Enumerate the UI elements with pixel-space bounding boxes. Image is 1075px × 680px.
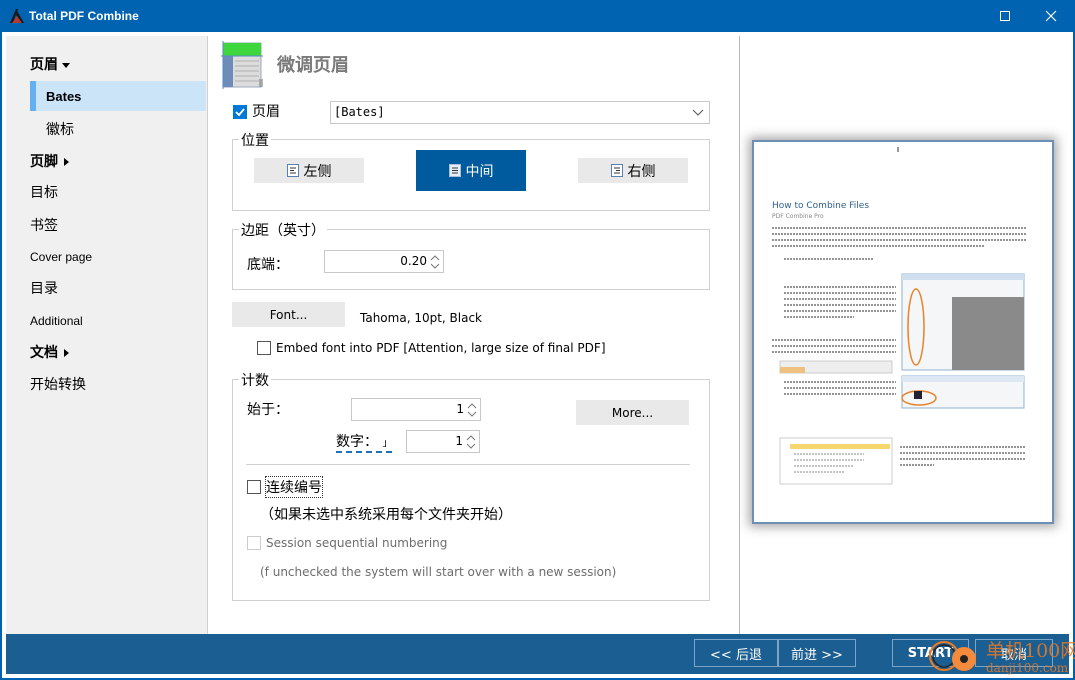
digits-value: 1 (455, 434, 463, 448)
close-button[interactable] (1028, 0, 1074, 32)
digits-label-mark: 」 (382, 438, 393, 449)
session-numbering-label: Session sequential numbering (266, 536, 448, 550)
title-bar: Total PDF Combine (0, 0, 1075, 32)
align-right-icon (610, 164, 623, 177)
header-enabled-checkbox[interactable] (233, 105, 247, 119)
maximize-icon (1000, 11, 1010, 21)
start-at-value: 1 (456, 402, 464, 416)
session-numbering-note: (f unchecked the system will start over … (260, 565, 617, 579)
sidebar-item-label: 页脚 (30, 154, 58, 170)
next-button[interactable]: 前进 >> (778, 639, 856, 667)
spin-arrows-icon[interactable] (466, 401, 478, 419)
preview-screenshot-4 (779, 437, 893, 485)
sidebar-item-bates[interactable]: Bates (46, 89, 81, 104)
header-type-value: [Bates] (334, 105, 385, 119)
chevron-down-icon (692, 109, 704, 116)
sidebar-item-start-conversion[interactable]: 开始转换 (30, 374, 86, 394)
preview-paragraph (772, 227, 1026, 260)
sidebar-item-toc[interactable]: 目录 (30, 278, 58, 298)
page-title: 微调页眉 (277, 55, 349, 76)
header-enabled-label: 页眉 (252, 104, 280, 120)
sidebar: 页眉 Bates 徽标 页脚 目标 书签 Cover page 目录 Addit… (6, 36, 207, 634)
font-button[interactable]: Font... (232, 302, 345, 327)
digits-label: 数字： 」 (336, 431, 393, 453)
preview-doc-title: How to Combine Files (772, 201, 869, 211)
count-group-title: 计数 (239, 370, 271, 390)
header-document-icon (221, 41, 263, 89)
sidebar-item-cover-page[interactable]: Cover page (30, 250, 92, 264)
sidebar-item-logo[interactable]: 徽标 (46, 119, 74, 139)
preview-screenshot-1 (901, 273, 1025, 371)
bottom-margin-value: 0.20 (400, 254, 427, 268)
position-center-button[interactable]: 中间 (416, 150, 526, 191)
sidebar-selection-bar (30, 81, 36, 111)
preview-screenshot-2 (779, 360, 893, 374)
preview-paragraph (772, 286, 896, 353)
preview-page: How to Combine Files PDF Combine Pro (752, 140, 1054, 524)
window-title: Total PDF Combine (29, 9, 139, 23)
position-left-label: 左侧 (303, 163, 332, 180)
embed-font-label: Embed font into PDF [Attention, large si… (276, 341, 606, 355)
settings-panel: 微调页眉 页眉 [Bates] 位置 左侧 中间 右侧 边距（英寸） 底端： 0… (208, 36, 739, 634)
sequential-numbering-note: （如果未选中系统采用每个文件夹开始） (260, 507, 512, 523)
sequential-numbering-checkbox[interactable] (247, 480, 261, 494)
close-icon (1045, 10, 1057, 22)
checkmark-icon (235, 108, 245, 117)
sequential-numbering-label: 连续编号 (265, 476, 323, 498)
count-divider (246, 464, 690, 465)
preview-area: How to Combine Files PDF Combine Pro (740, 36, 1069, 634)
position-right-label: 右侧 (627, 163, 656, 180)
sidebar-item-label: 文档 (30, 345, 58, 361)
position-center-label: 中间 (465, 163, 494, 180)
digits-label-text: 数字： (336, 434, 378, 450)
position-right-button[interactable]: 右侧 (578, 158, 688, 183)
sidebar-item-target[interactable]: 目标 (30, 182, 58, 202)
position-left-button[interactable]: 左侧 (254, 158, 364, 183)
position-group: 位置 左侧 中间 右侧 (232, 130, 710, 211)
app-logo-icon (10, 9, 24, 23)
sidebar-item-footer[interactable]: 页脚 (30, 151, 69, 171)
spin-arrows-icon[interactable] (429, 253, 441, 271)
spin-arrows-icon[interactable] (465, 433, 477, 451)
preview-paragraph (900, 446, 1026, 466)
margin-group: 边距（英寸） 底端： 0.20 (232, 220, 710, 290)
embed-font-checkbox[interactable] (257, 341, 271, 355)
preview-page-content: How to Combine Files PDF Combine Pro (772, 147, 1026, 485)
caret-down-icon (62, 62, 70, 68)
margin-group-title: 边距（英寸） (239, 220, 327, 240)
position-group-title: 位置 (239, 130, 271, 150)
start-at-label: 始于： (247, 402, 289, 418)
caret-right-icon (64, 349, 69, 357)
align-left-icon (286, 164, 299, 177)
start-at-input[interactable]: 1 (351, 398, 481, 421)
sidebar-item-header[interactable]: 页眉 (30, 54, 70, 74)
bottom-margin-label: 底端： (247, 257, 289, 273)
sidebar-item-additional[interactable]: Additional (30, 314, 83, 328)
sidebar-item-label: 页眉 (30, 57, 58, 73)
preview-paragraph (784, 381, 896, 395)
maximize-button[interactable] (982, 0, 1028, 32)
header-type-select[interactable]: [Bates] (330, 101, 710, 124)
cancel-button[interactable]: 取消 (975, 639, 1053, 667)
start-button[interactable]: START (892, 639, 969, 667)
bottom-margin-input[interactable]: 0.20 (324, 250, 444, 273)
more-button[interactable]: More... (576, 400, 689, 425)
font-description: Tahoma, 10pt, Black (360, 311, 483, 325)
digits-input[interactable]: 1 (406, 430, 480, 453)
sidebar-item-document[interactable]: 文档 (30, 342, 69, 362)
align-center-icon (448, 164, 461, 177)
preview-screenshot-3 (901, 375, 1025, 409)
session-numbering-checkbox[interactable] (247, 536, 261, 550)
back-button[interactable]: << 后退 (694, 639, 778, 667)
caret-right-icon (64, 158, 69, 166)
sidebar-item-bookmarks[interactable]: 书签 (30, 215, 58, 235)
preview-doc-subtitle: PDF Combine Pro (772, 213, 824, 220)
footer-bar: << 后退 前进 >> START 取消 (6, 634, 1069, 674)
